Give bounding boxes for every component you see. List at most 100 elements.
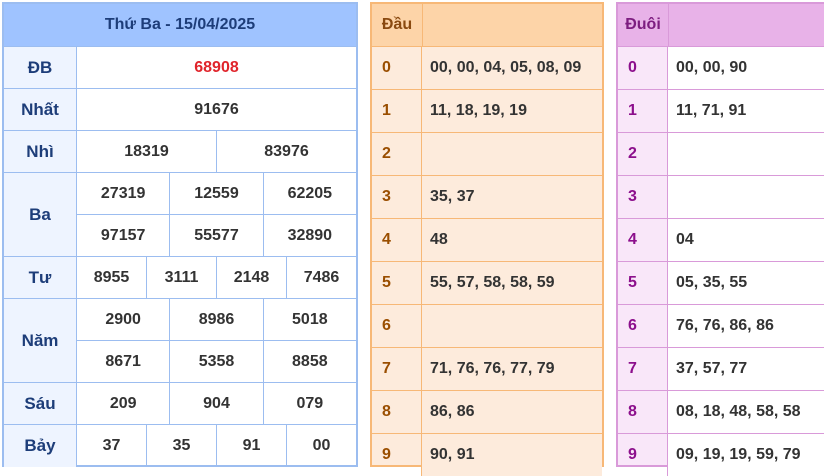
prize-number: 3111 <box>147 257 217 298</box>
dau-values: 90, 91 <box>422 434 602 476</box>
duoi-row: 6 76, 76, 86, 86 <box>618 305 824 348</box>
prize-number: 2900 <box>77 299 171 340</box>
prize-number: 12559 <box>170 173 264 214</box>
duoi-values <box>668 176 824 218</box>
prize-line: 27319 12559 62205 <box>77 173 356 215</box>
duoi-header-spacer <box>669 4 824 46</box>
duoi-row: 2 <box>618 133 824 176</box>
dau-digit: 8 <box>372 391 422 433</box>
results-table: Thứ Ba - 15/04/2025 ĐB 68908 Nhất 91676 Nhì 1… <box>2 2 358 467</box>
prize-line: 68908 <box>77 47 356 88</box>
prize-label: Năm <box>4 299 77 382</box>
dau-digit: 1 <box>372 90 422 132</box>
duoi-values: 08, 18, 48, 58, 58 <box>668 391 824 433</box>
duoi-digit: 2 <box>618 133 668 175</box>
prize-number: 91676 <box>194 100 239 118</box>
duoi-digit: 7 <box>618 348 668 390</box>
dau-row: 4 48 <box>372 219 602 262</box>
dau-digit: 7 <box>372 348 422 390</box>
duoi-table: Đuôi 0 00, 00, 90 1 11, 71, 91 2 3 4 04 5 05, 35,… <box>616 2 824 476</box>
duoi-body: 0 00, 00, 90 1 11, 71, 91 2 3 4 04 5 05, 35, 55 6 7… <box>618 47 824 476</box>
dau-row: 8 86, 86 <box>372 391 602 434</box>
dau-digit: 6 <box>372 305 422 347</box>
prize-values: 27319 12559 62205 97157 55577 32890 <box>77 173 356 256</box>
duoi-digit: 5 <box>618 262 668 304</box>
duoi-row: 0 00, 00, 90 <box>618 47 824 90</box>
prize-number: 37 <box>77 425 147 467</box>
prize-number: 27319 <box>77 173 171 214</box>
prize-values: 18319 83976 <box>77 131 356 172</box>
dau-row: 7 71, 76, 76, 77, 79 <box>372 348 602 391</box>
prize-row: ĐB 68908 <box>4 47 356 89</box>
dau-digit: 5 <box>372 262 422 304</box>
dau-row: 1 11, 18, 19, 19 <box>372 90 602 133</box>
duoi-row: 4 04 <box>618 219 824 262</box>
duoi-row: 1 11, 71, 91 <box>618 90 824 133</box>
duoi-values: 76, 76, 86, 86 <box>668 305 824 347</box>
dau-values: 11, 18, 19, 19 <box>422 90 602 132</box>
prize-row: Nhì 18319 83976 <box>4 131 356 173</box>
prize-number: 35 <box>147 425 217 467</box>
special-prize-number: 68908 <box>194 58 239 76</box>
prize-number: 5018 <box>292 310 328 328</box>
prize-values: 2900 8986 5018 8671 5358 8858 <box>77 299 356 382</box>
duoi-values: 11, 71, 91 <box>668 90 824 132</box>
prize-label: Nhì <box>4 131 77 172</box>
prize-label: Ba <box>4 173 77 256</box>
prize-number: 32890 <box>287 226 333 244</box>
prize-number: 8671 <box>77 341 171 382</box>
prize-number: 8858 <box>292 352 328 370</box>
prize-number: 55577 <box>170 215 264 256</box>
duoi-values: 37, 57, 77 <box>668 348 824 390</box>
results-date-title: Thứ Ba - 15/04/2025 <box>4 4 356 47</box>
prize-number: 8986 <box>170 299 264 340</box>
duoi-digit: 4 <box>618 219 668 261</box>
duoi-values: 09, 19, 19, 59, 79 <box>668 434 824 476</box>
dau-values <box>422 305 602 347</box>
duoi-digit: 1 <box>618 90 668 132</box>
duoi-digit: 3 <box>618 176 668 218</box>
prize-number: 209 <box>77 383 171 424</box>
dau-values <box>422 133 602 175</box>
duoi-values: 00, 00, 90 <box>668 47 824 89</box>
duoi-row: 3 <box>618 176 824 219</box>
prize-row: Năm 2900 8986 5018 8671 5358 8858 <box>4 299 356 383</box>
prize-label: Nhất <box>4 89 77 130</box>
dau-digit: 3 <box>372 176 422 218</box>
prize-number: 18319 <box>77 131 217 172</box>
dau-row: 5 55, 57, 58, 58, 59 <box>372 262 602 305</box>
prize-row: Nhất 91676 <box>4 89 356 131</box>
duoi-header-row: Đuôi <box>618 4 824 47</box>
prize-line: 209 904 079 <box>77 383 356 424</box>
prize-values: 37 35 91 00 <box>77 425 356 467</box>
dau-row: 9 90, 91 <box>372 434 602 476</box>
prize-number: 83976 <box>264 142 309 160</box>
prize-label: Sáu <box>4 383 77 424</box>
duoi-header: Đuôi <box>618 4 669 46</box>
dau-values: 48 <box>422 219 602 261</box>
prize-row: Sáu 209 904 079 <box>4 383 356 425</box>
dau-values: 35, 37 <box>422 176 602 218</box>
prize-number: 8955 <box>77 257 147 298</box>
prize-line: 18319 83976 <box>77 131 356 172</box>
dau-row: 2 <box>372 133 602 176</box>
results-body: ĐB 68908 Nhất 91676 Nhì 18319 83976 Ba 27319 1255… <box>4 47 356 467</box>
dau-row: 0 00, 00, 04, 05, 08, 09 <box>372 47 602 90</box>
dau-body: 0 00, 00, 04, 05, 08, 09 1 11, 18, 19, 19 2 3… <box>372 47 602 476</box>
prize-number: 7486 <box>303 268 340 286</box>
prize-label: Tư <box>4 257 77 298</box>
prize-label: Bảy <box>4 425 77 467</box>
prize-number: 5358 <box>170 341 264 382</box>
dau-digit: 9 <box>372 434 422 476</box>
duoi-values: 05, 35, 55 <box>668 262 824 304</box>
dau-digit: 4 <box>372 219 422 261</box>
prize-line: 91676 <box>77 89 356 130</box>
dau-values: 71, 76, 76, 77, 79 <box>422 348 602 390</box>
dau-table: Đầu 0 00, 00, 04, 05, 08, 09 1 11, 18, 19, … <box>370 2 604 476</box>
prize-line: 8955 3111 2148 7486 <box>77 257 356 298</box>
prize-number: 2148 <box>217 257 287 298</box>
prize-values: 68908 <box>77 47 356 88</box>
prize-number: 904 <box>170 383 264 424</box>
prize-number: 00 <box>312 437 331 454</box>
duoi-digit: 8 <box>618 391 668 433</box>
